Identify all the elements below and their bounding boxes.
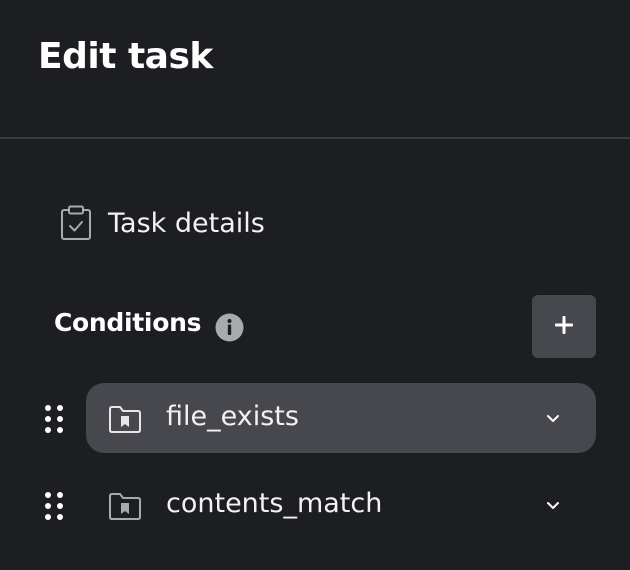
info-icon[interactable] (215, 313, 244, 342)
task-details-label: Task details (108, 207, 265, 239)
condition-name: contents_match (166, 488, 383, 519)
clipboard-check-icon (50, 196, 102, 250)
conditions-heading: Conditions (54, 308, 202, 337)
plus-icon (554, 315, 574, 339)
page-header: Edit task (0, 0, 630, 139)
condition-item-contents-match[interactable]: contents_match (86, 470, 596, 540)
add-condition-button[interactable] (532, 295, 596, 358)
drag-handle-icon[interactable] (44, 404, 64, 434)
condition-name: file_exists (166, 401, 299, 432)
page-title: Edit task (38, 36, 213, 77)
task-details-link[interactable]: Task details (50, 196, 350, 250)
chevron-down-icon[interactable] (545, 411, 561, 425)
condition-row: contents_match (0, 470, 630, 540)
drag-handle-icon[interactable] (44, 491, 64, 521)
folder-bookmark-icon (108, 404, 142, 434)
folder-bookmark-icon (108, 491, 142, 521)
chevron-down-icon[interactable] (545, 498, 561, 512)
condition-item-file-exists[interactable]: file_exists (86, 383, 596, 453)
condition-row: file_exists (0, 383, 630, 453)
